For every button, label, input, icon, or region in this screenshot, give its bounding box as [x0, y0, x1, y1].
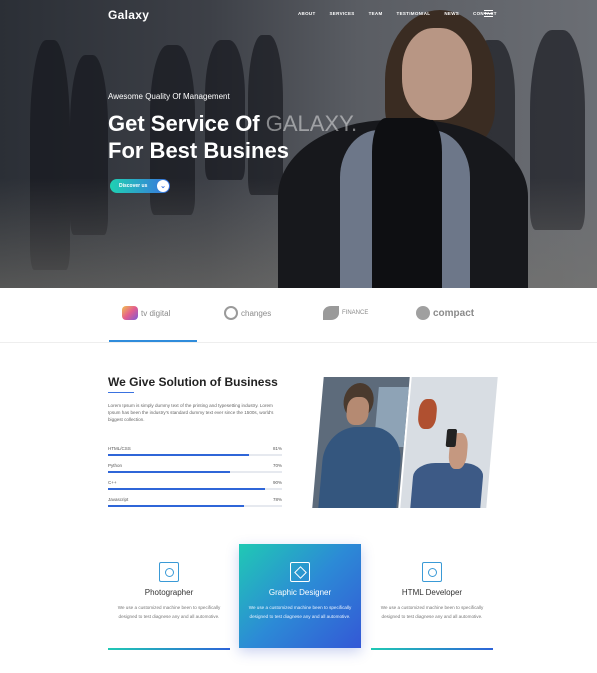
- brand-label: FINANCE: [342, 310, 369, 316]
- design-tools-icon: [290, 562, 310, 582]
- service-card-html-developer[interactable]: HTML Developer We use a customized machi…: [371, 544, 493, 650]
- skill-label: Python: [108, 463, 123, 468]
- main-nav: ABOUT SERVICES TEAM TESTIMONIAL NEWS CON…: [298, 11, 497, 16]
- chevron-down-icon: ⌄: [157, 180, 169, 192]
- brand-logos-strip: tv digital changes FINANCE compact: [0, 288, 597, 343]
- compact-logo-icon: [416, 306, 430, 320]
- photo-phone-user: [400, 377, 498, 508]
- hero-title-brand: GALAXY.: [265, 111, 358, 136]
- brand-label: changes: [241, 308, 272, 318]
- nav-services[interactable]: SERVICES: [330, 11, 355, 16]
- hero-title: Get Service Of GALAXY. For Best Busines: [108, 110, 357, 164]
- title-underline: [108, 392, 134, 393]
- skill-value: 90%: [272, 480, 282, 485]
- nav-news[interactable]: NEWS: [444, 11, 459, 16]
- brand-changes[interactable]: changes: [224, 306, 271, 320]
- service-title: HTML Developer: [401, 588, 463, 597]
- code-window-icon: [422, 562, 442, 582]
- service-card-graphic-designer[interactable]: Graphic Designer We use a customized mac…: [239, 544, 361, 648]
- skill-bar: HTML/CSS 81%: [108, 446, 282, 456]
- nav-team[interactable]: TEAM: [369, 11, 383, 16]
- skill-label: C++: [108, 480, 117, 485]
- skill-fill: [108, 505, 244, 507]
- brand-label: tv digital: [141, 308, 171, 318]
- brand-label: compact: [433, 307, 475, 319]
- brand-finance[interactable]: FINANCE: [323, 306, 368, 320]
- finance-logo-icon: [323, 306, 339, 320]
- service-title: Graphic Designer: [268, 588, 332, 597]
- nav-about[interactable]: ABOUT: [298, 11, 316, 16]
- card-underline: [108, 648, 230, 650]
- nav-testimonial[interactable]: TESTIMONIAL: [397, 11, 431, 16]
- service-title: Photographer: [144, 588, 194, 597]
- skill-value: 70%: [272, 463, 282, 468]
- photo-frame-icon: [159, 562, 179, 582]
- skill-label: HTML/CSS: [108, 446, 131, 451]
- brand-tv-digital[interactable]: tv digital: [122, 306, 170, 320]
- hero-title-line1: Get Service Of: [108, 111, 266, 136]
- discover-button-label: Discover us: [119, 183, 148, 189]
- skill-fill: [108, 471, 230, 473]
- active-brand-indicator: [109, 340, 197, 342]
- skill-bar: Python 70%: [108, 463, 282, 473]
- service-desc: We use a customized machine been to spec…: [248, 605, 352, 619]
- service-desc: We use a customized machine been to spec…: [117, 605, 221, 619]
- skill-bar: Javascript 78%: [108, 497, 282, 507]
- hero-title-line2: For Best Busines: [108, 138, 289, 163]
- hero-kicker: Awesome Quality Of Management: [108, 92, 230, 101]
- discover-button[interactable]: Discover us ⌄: [110, 179, 170, 193]
- service-card-photographer[interactable]: Photographer We use a customized machine…: [108, 544, 230, 650]
- tv-digital-logo-icon: [122, 306, 138, 320]
- site-logo[interactable]: Galaxy: [108, 8, 149, 22]
- solution-title: We Give Solution of Business: [108, 375, 278, 389]
- skill-value: 81%: [272, 446, 282, 451]
- brand-compact[interactable]: compact: [416, 306, 474, 320]
- card-underline: [371, 648, 493, 650]
- photo-man-laptop: [312, 377, 410, 508]
- service-desc: We use a customized machine been to spec…: [380, 605, 484, 619]
- skill-fill: [108, 488, 265, 490]
- hamburger-icon[interactable]: [484, 10, 493, 17]
- skill-fill: [108, 454, 249, 456]
- skill-label: Javascript: [108, 497, 129, 502]
- changes-logo-icon: [224, 306, 238, 320]
- solution-text: Lorem Ipsum is simply dummy text of the …: [108, 403, 274, 422]
- hero-section: Galaxy ABOUT SERVICES TEAM TESTIMONIAL N…: [0, 0, 597, 288]
- skill-value: 78%: [272, 497, 282, 502]
- skill-bar: C++ 90%: [108, 480, 282, 490]
